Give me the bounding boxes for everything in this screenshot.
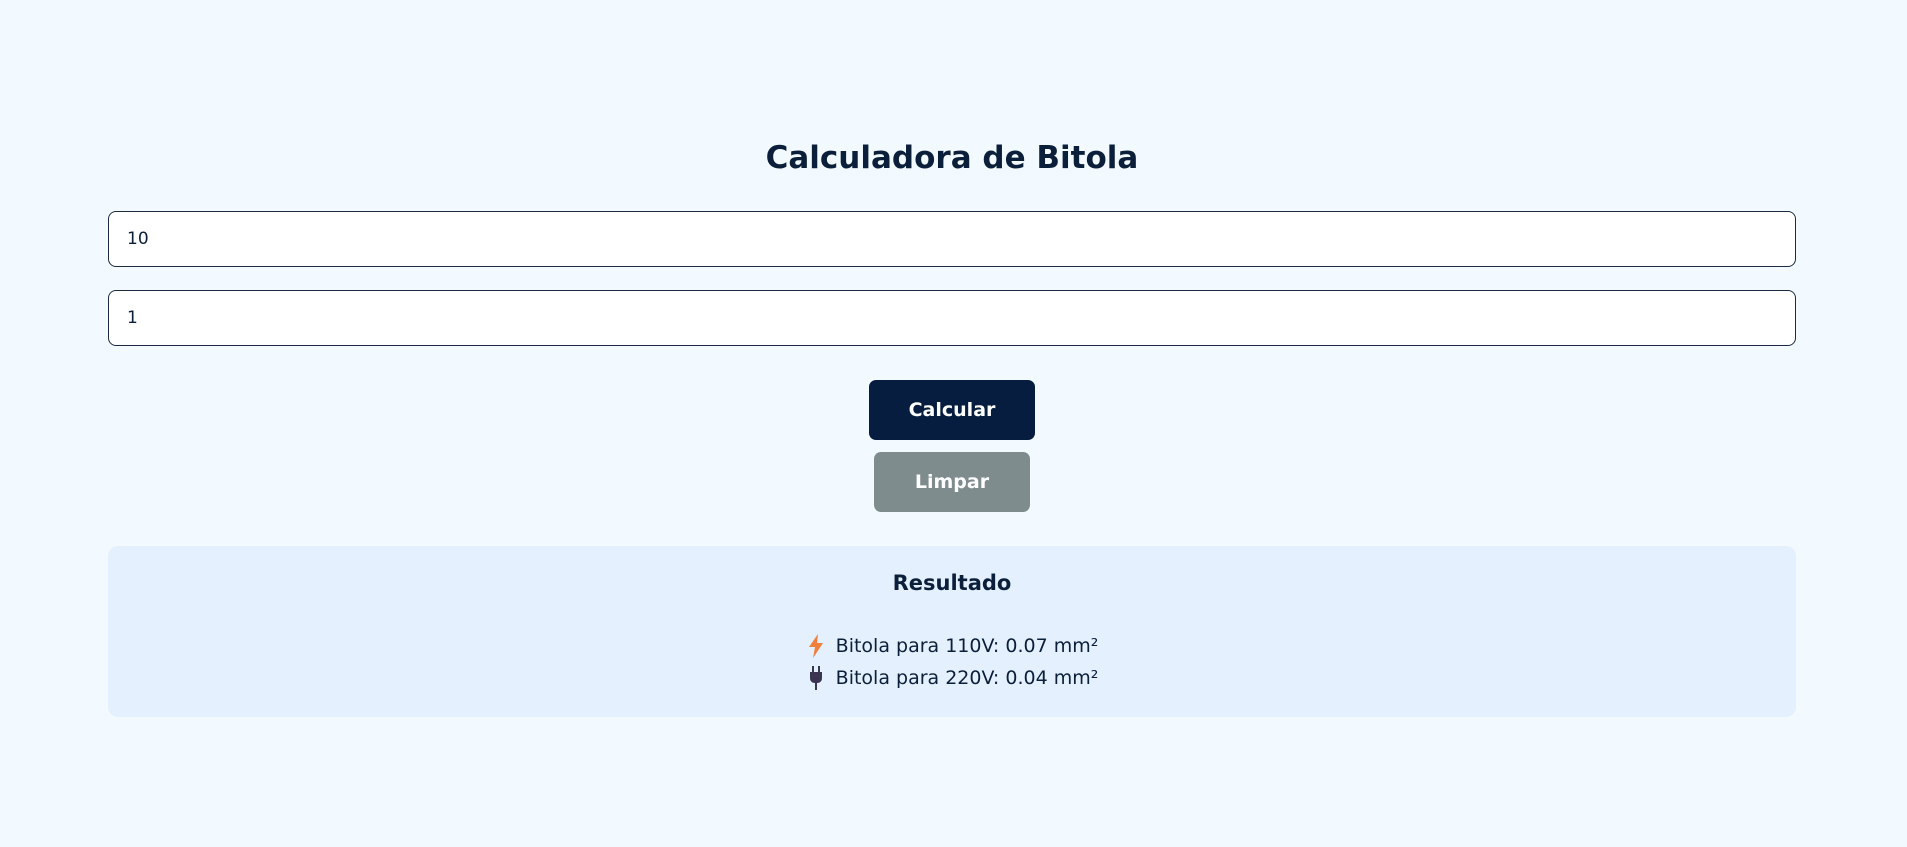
result-item-label: Bitola para 110V: 0.07 mm² <box>835 635 1099 657</box>
clear-button[interactable]: Limpar <box>874 452 1030 512</box>
calculate-button[interactable]: Calcular <box>869 380 1035 440</box>
result-item-label: Bitola para 220V: 0.04 mm² <box>835 667 1099 689</box>
input-field-1[interactable] <box>108 211 1796 267</box>
result-item-220v: Bitola para 220V: 0.04 mm² <box>108 664 1796 692</box>
input-field-2[interactable] <box>108 290 1796 346</box>
result-panel: Resultado Bitola para 110V: 0.07 mm² Bit… <box>108 546 1796 717</box>
result-item-110v: Bitola para 110V: 0.07 mm² <box>108 632 1796 660</box>
result-title: Resultado <box>892 571 1012 595</box>
page-title: Calculadora de Bitola <box>765 140 1139 176</box>
lightning-icon <box>806 633 826 659</box>
plug-icon <box>806 665 826 691</box>
